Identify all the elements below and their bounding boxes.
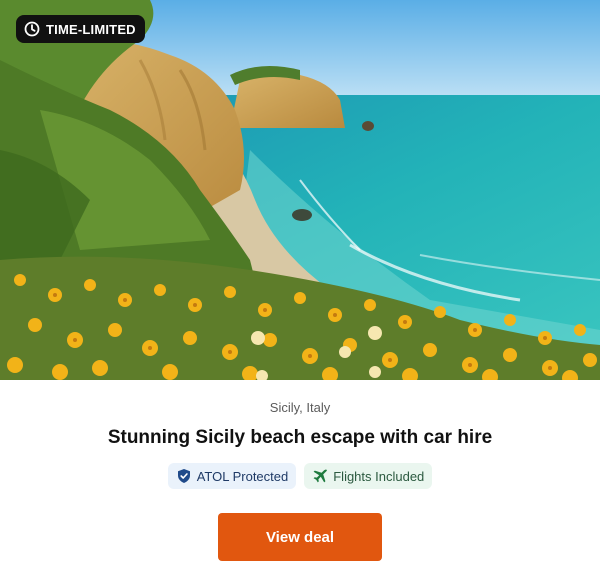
atol-protected-tag: ATOL Protected bbox=[167, 463, 297, 489]
time-limited-badge: TIME-LIMITED bbox=[16, 15, 145, 43]
deal-card: TIME-LIMITED Sicily, Italy Stunning Sici… bbox=[0, 0, 600, 587]
flights-included-tag: Flights Included bbox=[304, 463, 433, 489]
plane-icon bbox=[312, 468, 328, 484]
hero-illustration bbox=[0, 0, 600, 380]
deal-tags: ATOL Protected Flights Included bbox=[0, 463, 600, 489]
deal-title: Stunning Sicily beach escape with car hi… bbox=[107, 427, 493, 448]
shield-icon bbox=[176, 468, 192, 484]
hero-image[interactable]: TIME-LIMITED bbox=[0, 0, 600, 380]
atol-tag-label: ATOL Protected bbox=[196, 468, 289, 484]
deal-location: Sicily, Italy bbox=[269, 400, 331, 415]
flights-tag-label: Flights Included bbox=[333, 468, 425, 484]
view-deal-button[interactable]: View deal bbox=[218, 513, 382, 561]
clock-icon bbox=[24, 21, 40, 37]
deal-details: Sicily, Italy Stunning Sicily beach esca… bbox=[0, 380, 600, 561]
badge-label: TIME-LIMITED bbox=[46, 21, 136, 37]
